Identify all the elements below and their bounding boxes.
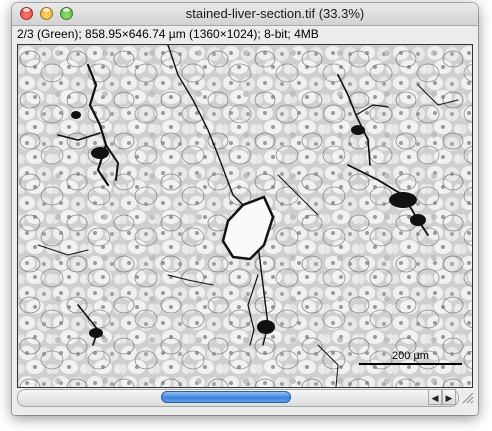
minimize-button[interactable] xyxy=(40,7,53,20)
horizontal-scrollbar[interactable] xyxy=(17,389,459,407)
image-window: stained-liver-section.tif (33.3%) 2/3 (G… xyxy=(12,3,478,415)
close-button[interactable] xyxy=(20,7,33,20)
scroll-right-button[interactable]: ▶ xyxy=(442,389,456,405)
zoom-button[interactable] xyxy=(60,7,73,20)
scale-bar: 200 µm xyxy=(359,350,462,365)
window-title: stained-liver-section.tif (33.3%) xyxy=(185,6,365,21)
scroll-left-button[interactable]: ◀ xyxy=(428,389,442,405)
right-arrow-icon: ▶ xyxy=(445,393,453,403)
title-bar[interactable]: stained-liver-section.tif (33.3%) xyxy=(12,3,478,26)
resize-grip-icon[interactable] xyxy=(461,391,474,404)
scroll-thumb[interactable] xyxy=(161,391,291,403)
image-canvas[interactable]: 200 µm xyxy=(17,44,473,388)
image-info-bar: 2/3 (Green); 858.95×646.74 µm (1360×1024… xyxy=(17,27,319,41)
liver-section-image xyxy=(18,45,472,387)
left-arrow-icon: ◀ xyxy=(431,393,439,403)
scale-bar-line xyxy=(359,363,462,365)
scale-bar-label: 200 µm xyxy=(392,350,429,362)
